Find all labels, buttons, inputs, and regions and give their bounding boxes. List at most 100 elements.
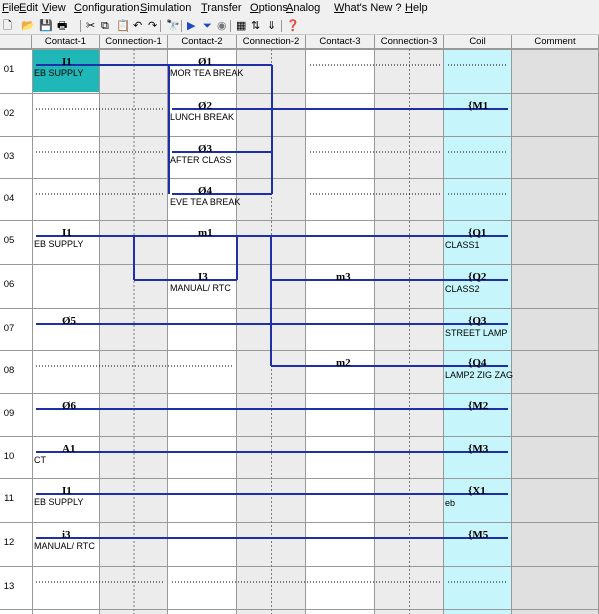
coil-tag[interactable]: {Q4 (468, 357, 486, 369)
contact-2-label: EVE TEA BREAK (170, 197, 241, 207)
find-icon[interactable]: 🔭 (166, 19, 180, 33)
contact-1-label: CT (34, 455, 46, 465)
contact-1-label: MANUAL/ RTC (34, 541, 95, 551)
column-header-comment[interactable]: Comment (512, 35, 599, 49)
contact-3-tag[interactable]: m2 (336, 357, 351, 369)
coil-tag[interactable]: {M1 (468, 100, 488, 112)
coil-label: eb (445, 498, 456, 508)
row-number: 12 (3, 537, 15, 548)
menu-edit[interactable]: Edit (19, 2, 38, 14)
contact-2-tag[interactable]: Ø4 (198, 185, 212, 197)
column-header-connection-3[interactable]: Connection-3 (375, 35, 444, 49)
column-connection-2 (237, 49, 306, 614)
cut-icon[interactable]: ✂ (86, 19, 95, 33)
contact-2-tag[interactable]: m1 (198, 227, 213, 239)
coil-label: CLASS2 (445, 284, 480, 294)
menu-whatsnew[interactable]: What's New ? (334, 2, 402, 14)
menu-transfer[interactable]: Transfer (201, 2, 242, 14)
open-icon[interactable]: 📂 (21, 19, 35, 33)
grid-icon[interactable]: ▦ (236, 19, 246, 33)
contact-1-label: EB SUPPLY (34, 497, 84, 507)
column-connection-1 (100, 49, 168, 614)
row-number: 01 (3, 64, 15, 75)
contact-2-tag[interactable]: I3 (198, 271, 208, 283)
toolbar-separator (230, 20, 231, 32)
coil-tag[interactable]: {M5 (468, 529, 488, 541)
row-number: 11 (4, 493, 14, 504)
coil-tag[interactable]: {Q1 (468, 227, 486, 239)
column-contact-2 (168, 49, 237, 614)
toolbar-separator (281, 20, 282, 32)
toolbar: 🗋 📂 💾 🖶 ✂ ⧉ 📋 ↶ ↷ 🔭 ▶ ⏷ ◉ ▦ ⇅ ⇓ ❓ (0, 18, 599, 35)
row-number-header (0, 35, 32, 49)
row-number: 13 (3, 581, 15, 592)
coil-tag[interactable]: {M2 (468, 400, 488, 412)
menu-bar: File Edit View Configuration Simulation Trans… (0, 0, 599, 18)
contact-1-tag[interactable]: I1 (62, 56, 72, 68)
column-contact-3 (306, 49, 375, 614)
column-connection-3 (375, 49, 444, 614)
row-number: 10 (3, 451, 15, 462)
download-icon[interactable]: ⇓ (267, 19, 276, 33)
contact-1-tag[interactable]: Ø6 (62, 400, 76, 412)
coil-label: STREET LAMP (445, 328, 508, 338)
menu-options[interactable]: Options (250, 2, 288, 14)
help-icon[interactable]: ❓ (286, 19, 300, 33)
coil-tag[interactable]: {M3 (468, 443, 488, 455)
column-comment (512, 49, 599, 614)
menu-simulation[interactable]: Simulation (140, 2, 191, 14)
row-number: 07 (3, 323, 15, 334)
menu-configuration[interactable]: Configuration (74, 2, 139, 14)
row-number: 03 (3, 151, 15, 162)
copy-icon[interactable]: ⧉ (101, 19, 109, 33)
contact-2-tag[interactable]: Ø3 (198, 143, 212, 155)
coil-tag[interactable]: {Q2 (468, 271, 486, 283)
coil-label: CLASS1 (445, 240, 480, 250)
menu-view[interactable]: View (42, 2, 66, 14)
column-header-contact-1[interactable]: Contact-1 (32, 35, 100, 49)
contact-1-tag[interactable]: i3 (62, 529, 71, 541)
row-number: 05 (3, 235, 15, 246)
contact-1-tag[interactable]: I1 (62, 485, 72, 497)
undo-icon[interactable]: ↶ (133, 19, 142, 33)
contact-2-label: MOR TEA BREAK (170, 68, 244, 78)
contact-2-label: LUNCH BREAK (170, 112, 235, 122)
new-icon[interactable]: 🗋 (3, 19, 12, 33)
column-header-contact-3[interactable]: Contact-3 (306, 35, 375, 49)
contact-1-label: EB SUPPLY (34, 239, 84, 249)
row-number: 04 (3, 193, 15, 204)
contact-3-tag[interactable]: m3 (336, 271, 351, 283)
toolbar-separator (160, 20, 161, 32)
contact-2-tag[interactable]: Ø2 (198, 100, 212, 112)
coil-label: LAMP2 ZIG ZAG (445, 370, 514, 380)
menu-file[interactable]: File (2, 2, 20, 14)
redo-icon[interactable]: ↷ (148, 19, 157, 33)
save-icon[interactable]: 💾 (39, 19, 53, 33)
stop-icon[interactable]: ◉ (217, 19, 227, 33)
row-number: 08 (3, 365, 15, 376)
contact-2-label: AFTER CLASS (170, 155, 232, 165)
contact-1-label: EB SUPPLY (34, 68, 84, 78)
contact-2-label: MANUAL/ RTC (170, 283, 231, 293)
column-header-coil[interactable]: Coil (444, 35, 512, 49)
coil-tag[interactable]: {Q3 (468, 315, 486, 327)
contact-1-tag[interactable]: A1 (62, 443, 75, 455)
toolbar-separator (181, 20, 182, 32)
print-icon[interactable]: 🖶 (57, 19, 67, 33)
column-header-connection-2[interactable]: Connection-2 (237, 35, 306, 49)
contact-2-tag[interactable]: Ø1 (198, 56, 212, 68)
run-icon[interactable]: ▶ (187, 19, 195, 33)
contact-1-tag[interactable]: Ø5 (62, 315, 76, 327)
toolbar-separator (80, 20, 81, 32)
row-number: 02 (3, 108, 15, 119)
column-header-connection-1[interactable]: Connection-1 (100, 35, 168, 49)
transfer-icon[interactable]: ⇅ (251, 19, 260, 33)
coil-tag[interactable]: {X1 (468, 485, 486, 497)
toolbar-separator (127, 20, 128, 32)
menu-help[interactable]: Help (405, 2, 428, 14)
filter-icon[interactable]: ⏷ (203, 19, 212, 33)
menu-analog[interactable]: Analog (286, 2, 320, 14)
contact-1-tag[interactable]: I1 (62, 227, 72, 239)
row-number: 06 (3, 279, 15, 290)
column-header-contact-2[interactable]: Contact-2 (168, 35, 237, 49)
